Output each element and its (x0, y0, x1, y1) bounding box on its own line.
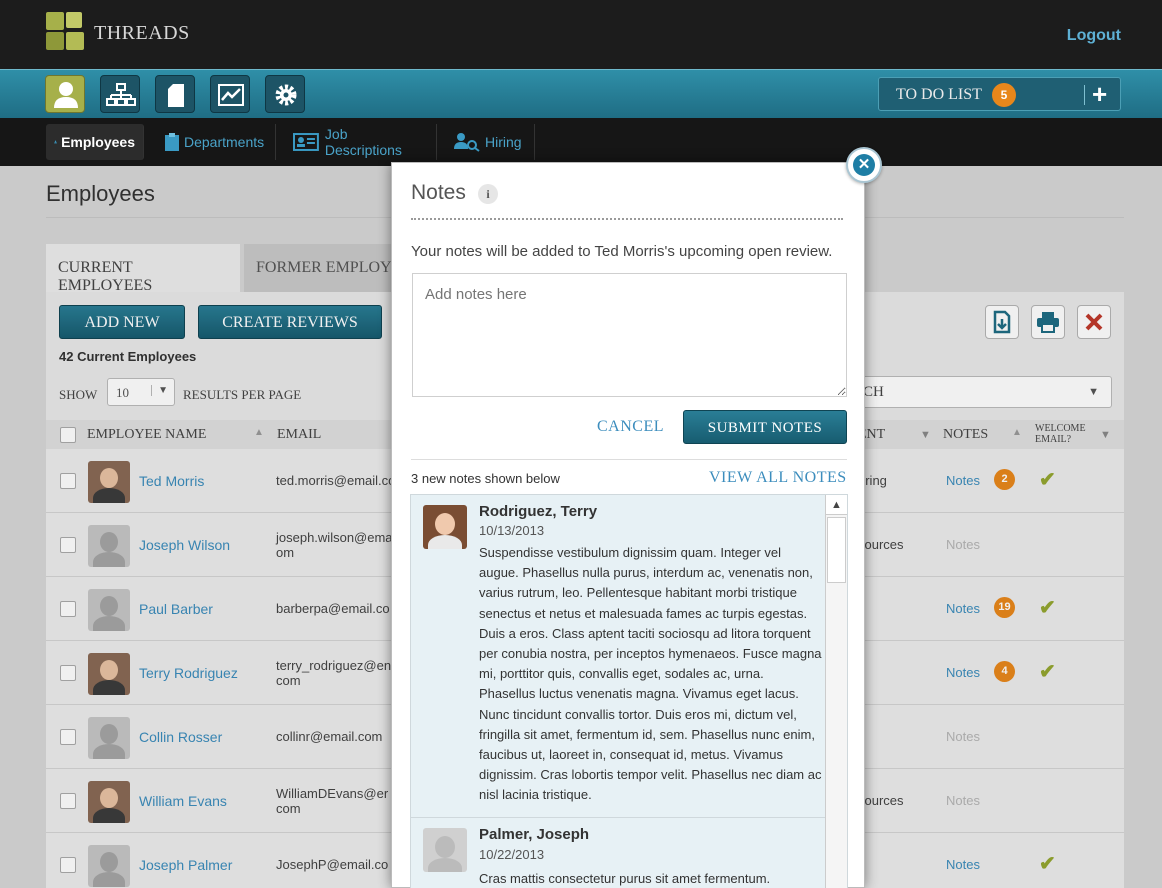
subnav-employees-label: Employees (61, 134, 135, 150)
settings-nav-button[interactable] (265, 75, 305, 113)
info-icon[interactable]: i (478, 184, 498, 204)
submit-notes-button[interactable]: SUBMIT NOTES (683, 410, 847, 444)
org-chart-nav-button[interactable] (100, 75, 140, 113)
document-nav-button[interactable] (155, 75, 195, 113)
note-item: Rodriguez, Terry 10/13/2013 Suspendisse … (411, 495, 825, 817)
note-item: Palmer, Joseph 10/22/2013 Cras mattis co… (411, 818, 825, 888)
chart-nav-button[interactable] (210, 75, 250, 113)
add-todo-plus-icon[interactable]: + (1092, 80, 1107, 108)
dotted-divider (411, 218, 843, 220)
id-card-icon (293, 133, 319, 151)
scroll-up-arrow-icon[interactable]: ▲ (826, 495, 847, 515)
view-all-notes-link[interactable]: VIEW ALL NOTES (709, 469, 847, 487)
note-body: Cras mattis consectetur purus sit amet f… (479, 871, 771, 886)
note-body: Suspendisse vestibulum dignissim quam. I… (479, 545, 822, 803)
gear-icon (275, 84, 297, 106)
threads-logo-icon (46, 12, 86, 52)
todo-count-badge: 5 (992, 83, 1016, 107)
logout-link[interactable]: Logout (1067, 27, 1121, 45)
subnav-job-descriptions-label: Job Descriptions (324, 126, 402, 158)
notes-shown-count: 3 new notes shown below (411, 471, 560, 486)
note-author: Palmer, Joseph (479, 826, 590, 843)
subnav-departments-label: Departments (184, 134, 265, 150)
subnav-departments[interactable]: Departments (156, 124, 276, 160)
close-icon: ✕ (853, 154, 875, 176)
note-date: 10/13/2013 (479, 523, 545, 538)
scrollbar-thumb[interactable] (827, 517, 846, 583)
todo-list-label: TO DO LIST (896, 86, 982, 103)
notes-textarea[interactable] (412, 273, 847, 397)
chart-icon (218, 84, 244, 106)
modal-description: Your notes will be added to Ted Morris's… (411, 243, 833, 260)
subnav-hiring[interactable]: Hiring (445, 124, 535, 160)
main-toolbar: TO DO LIST 5 + (0, 69, 1162, 118)
person-search-icon (454, 133, 480, 152)
modal-divider (411, 459, 847, 460)
todo-list-button[interactable]: TO DO LIST 5 + (878, 77, 1121, 111)
cancel-button[interactable]: CANCEL (597, 418, 664, 436)
subnav-job-descriptions[interactable]: Job Descriptions (285, 124, 437, 160)
sub-navigation: Employees Departments Job Descriptions H… (0, 118, 1162, 166)
notes-modal: Notes i Your notes will be added to Ted … (391, 162, 865, 888)
clipboard-icon (165, 133, 179, 151)
note-date: 10/22/2013 (479, 847, 545, 862)
document-icon (168, 84, 184, 107)
person-icon (54, 140, 57, 144)
subnav-hiring-label: Hiring (485, 134, 522, 150)
top-bar: THREADS Logout (0, 0, 1162, 69)
todo-divider (1084, 85, 1085, 105)
modal-title: Notes (411, 181, 466, 204)
subnav-employees[interactable]: Employees (46, 124, 144, 160)
org-chart-icon (106, 83, 136, 106)
avatar (423, 828, 467, 872)
notes-list[interactable]: Rodriguez, Terry 10/13/2013 Suspendisse … (410, 494, 848, 888)
brand-name: THREADS (94, 22, 190, 44)
avatar (423, 505, 467, 549)
close-modal-button[interactable]: ✕ (846, 147, 882, 183)
note-author: Rodriguez, Terry (479, 503, 598, 520)
notes-scrollbar[interactable]: ▲ (825, 495, 847, 888)
person-icon (54, 82, 78, 108)
person-nav-button[interactable] (45, 75, 85, 113)
